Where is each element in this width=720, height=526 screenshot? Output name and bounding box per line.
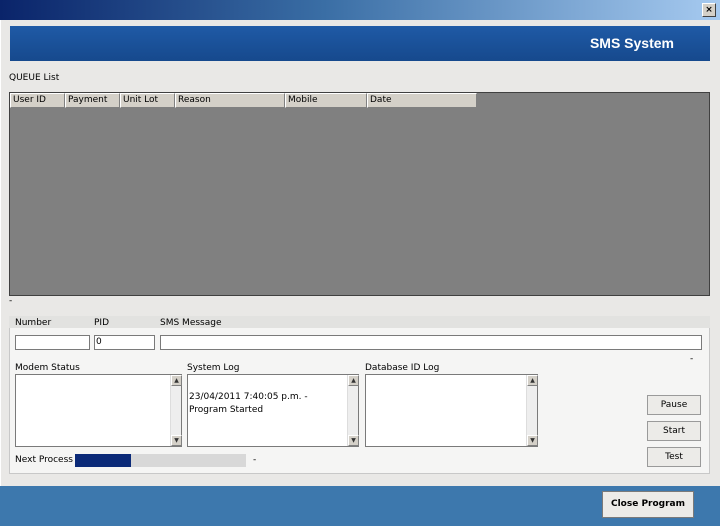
close-program-button[interactable]: Close Program [602, 491, 694, 518]
column-mobile[interactable]: Mobile [285, 93, 367, 108]
scroll-down-icon[interactable]: ▼ [348, 435, 359, 446]
system-log-scrollbar[interactable]: ▲ ▼ [347, 375, 359, 446]
system-log-list[interactable]: 23/04/2011 7:40:05 p.m. - Program Starte… [187, 374, 359, 447]
database-id-log-label: Database ID Log [365, 363, 440, 373]
scroll-down-icon[interactable]: ▼ [171, 435, 182, 446]
sms-status-dash: - [690, 354, 694, 364]
window-close-button[interactable]: × [702, 3, 716, 17]
modem-status-label: Modem Status [15, 363, 80, 373]
database-id-log-list[interactable]: ▲ ▼ [365, 374, 538, 447]
number-label: Number [15, 318, 52, 328]
column-date[interactable]: Date [367, 93, 477, 108]
modem-scrollbar[interactable]: ▲ ▼ [170, 375, 182, 446]
start-button[interactable]: Start [647, 421, 701, 441]
queue-list-label: QUEUE List [9, 73, 60, 83]
sms-message-label: SMS Message [160, 318, 222, 328]
sms-message-input[interactable] [160, 335, 702, 350]
grid-header: User ID Payment Unit Lot Reason Mobile D… [10, 93, 477, 108]
pid-label: PID [94, 318, 110, 328]
app-title: SMS System [589, 35, 674, 51]
pid-input[interactable]: 0 [94, 335, 155, 350]
test-button[interactable]: Test [647, 447, 701, 467]
column-user-id[interactable]: User ID [10, 93, 65, 108]
scroll-up-icon[interactable]: ▲ [348, 375, 359, 386]
next-process-label: Next Process [15, 455, 73, 465]
scroll-up-icon[interactable]: ▲ [171, 375, 182, 386]
queue-status-dash: - [9, 296, 13, 306]
pause-button[interactable]: Pause [647, 395, 701, 415]
system-log-label: System Log [187, 363, 240, 373]
title-bar [0, 0, 720, 20]
progress-fill [75, 454, 132, 467]
database-log-scrollbar[interactable]: ▲ ▼ [526, 375, 538, 446]
progress-status-dash: - [253, 455, 257, 465]
number-input[interactable] [15, 335, 90, 350]
next-process-progress-bar [75, 454, 246, 467]
header-banner: SMS System [10, 26, 710, 61]
queue-grid[interactable]: User ID Payment Unit Lot Reason Mobile D… [9, 92, 710, 296]
modem-status-list[interactable]: ▲ ▼ [15, 374, 182, 447]
system-log-entry: 23/04/2011 7:40:05 p.m. - Program Starte… [189, 392, 308, 415]
column-payment[interactable]: Payment [65, 93, 120, 108]
column-reason[interactable]: Reason [175, 93, 285, 108]
scroll-down-icon[interactable]: ▼ [527, 435, 538, 446]
panel-header-strip [9, 316, 710, 328]
column-unit-lot[interactable]: Unit Lot [120, 93, 175, 108]
scroll-up-icon[interactable]: ▲ [527, 375, 538, 386]
